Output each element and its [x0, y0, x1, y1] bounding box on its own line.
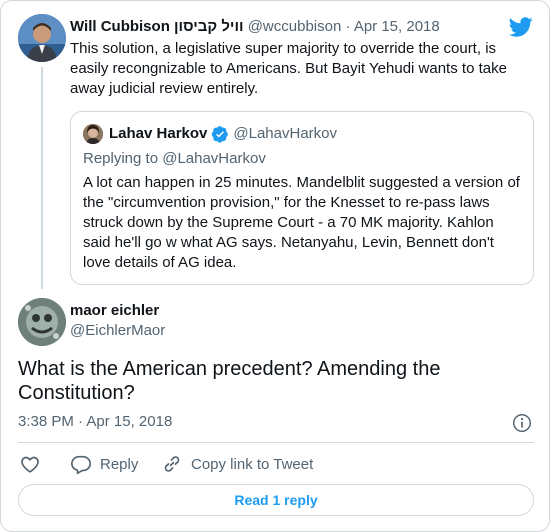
tweet-time[interactable]: 3:38 PM: [18, 413, 74, 430]
copy-link-label: Copy link to Tweet: [191, 455, 314, 473]
main-display-name[interactable]: maor eichler: [70, 301, 159, 321]
reply-button[interactable]: Reply: [70, 452, 138, 476]
parent-avatar[interactable]: [18, 14, 66, 62]
quoted-display-name[interactable]: Lahav Harkov: [109, 124, 207, 144]
parent-date[interactable]: Apr 15, 2018: [354, 18, 440, 35]
action-divider: [18, 442, 534, 443]
tweet-timestamp[interactable]: 3:38 PM · Apr 15, 2018: [18, 412, 172, 432]
twitter-bird-icon[interactable]: [509, 15, 533, 39]
heart-icon: [21, 456, 39, 473]
parent-display-name[interactable]: Will Cubbison וויל קביסון: [70, 18, 244, 35]
tweet-meta-separator: ·: [78, 413, 84, 430]
speech-bubble-icon: [71, 455, 91, 475]
main-handle[interactable]: @EichlerMaor: [70, 321, 165, 341]
quoted-header: Lahav Harkov @LahavHarkov: [109, 124, 337, 144]
main-avatar[interactable]: [18, 298, 66, 346]
parent-separator: ·: [345, 18, 351, 35]
replying-to-label: Replying to @LahavHarkov: [83, 150, 266, 167]
parent-header: Will Cubbison וויל קביסון @wccubbison · …: [70, 17, 440, 37]
parent-handle[interactable]: @wccubbison: [248, 18, 342, 35]
main-tweet-text: What is the American precedent? Amending…: [18, 358, 441, 404]
read-replies-button[interactable]: Read 1 reply: [18, 484, 534, 516]
parent-tweet-text: This solution, a legislative super major…: [70, 40, 507, 97]
link-icon: [164, 456, 180, 472]
reply-label: Reply: [100, 455, 139, 473]
thread-connector-line: [41, 67, 43, 289]
quoted-handle[interactable]: @LahavHarkov: [233, 124, 337, 144]
quoted-avatar[interactable]: [83, 124, 103, 144]
info-icon[interactable]: [511, 412, 533, 434]
quoted-tweet-card[interactable]: Lahav Harkov @LahavHarkov Replying to @L…: [70, 111, 534, 285]
copy-link-button[interactable]: Copy link to Tweet: [161, 452, 313, 476]
like-button[interactable]: [19, 452, 41, 476]
quoted-tweet-text: A lot can happen in 25 minutes. Mandelbl…: [83, 174, 520, 271]
tweet-date[interactable]: Apr 15, 2018: [86, 413, 172, 430]
verified-badge-icon: [212, 126, 229, 143]
tweet-embed-card: Will Cubbison וויל קביסון @wccubbison · …: [0, 0, 550, 532]
